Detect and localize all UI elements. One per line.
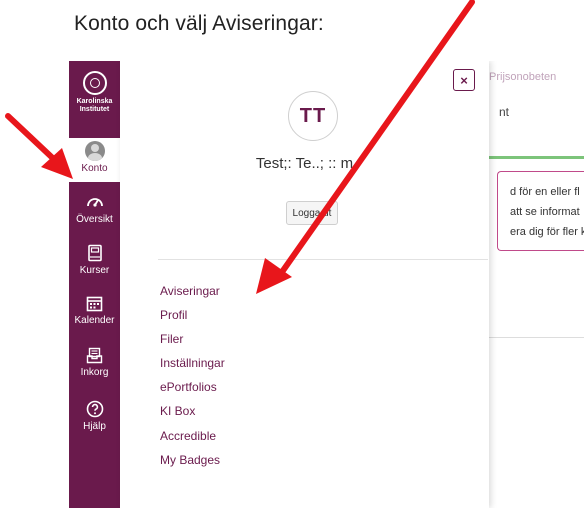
logo-text: Karolinska Institutet (77, 98, 113, 114)
link-eportfolios[interactable]: ePortfolios (160, 377, 225, 401)
global-navigation: Karolinska Institutet Konto Översikt Kur… (69, 61, 120, 508)
calendar-icon (85, 293, 105, 313)
nav-item-dashboard[interactable]: Översikt (69, 189, 120, 233)
divider (158, 259, 488, 260)
user-name: Test;: Te..; :: m (255, 155, 354, 172)
background-page: Prijsonobeten nt d för en eller fl att s… (489, 61, 584, 508)
notice-line: att se informat (510, 206, 580, 218)
notice-line: d för en eller fl (510, 186, 580, 198)
instruction-text: Konto och välj Aviseringar: (74, 12, 324, 35)
nav-item-courses[interactable]: Kurser (69, 240, 120, 284)
link-my-badges[interactable]: My Badges (160, 450, 225, 474)
notice-box: d för en eller fl att se informat era di… (497, 171, 584, 251)
nav-label: Konto (81, 163, 108, 174)
inbox-icon (85, 345, 105, 365)
background-page-header: Prijsonobeten (489, 71, 557, 83)
logout-button[interactable]: Logga ut (286, 201, 338, 225)
ki-seal-icon (82, 71, 107, 95)
notice-line: era dig för fler k (510, 226, 584, 238)
help-icon (85, 399, 105, 419)
background-text-fragment: nt (499, 105, 510, 119)
arrow-to-konto (5, 113, 73, 179)
user-avatar: TT (288, 91, 338, 141)
divider (489, 337, 584, 338)
link-aviseringar[interactable]: Aviseringar (160, 281, 225, 305)
link-installningar[interactable]: Inställningar (160, 353, 225, 377)
nav-label: Inkorg (80, 367, 109, 378)
link-filer[interactable]: Filer (160, 329, 225, 353)
nav-item-account[interactable]: Konto (69, 138, 120, 182)
account-tray: × TT Test;: Te..; :: m Logga ut Aviserin… (120, 61, 489, 508)
dashboard-icon (85, 192, 105, 212)
link-profil[interactable]: Profil (160, 305, 225, 329)
nav-item-help[interactable]: Hjälp (69, 396, 120, 440)
progress-bar (489, 156, 584, 159)
nav-label: Kurser (79, 265, 110, 276)
ki-logo[interactable]: Karolinska Institutet (69, 61, 120, 131)
link-accredible[interactable]: Accredible (160, 426, 225, 450)
canvas-screenshot: Prijsonobeten nt d för en eller fl att s… (69, 61, 584, 508)
close-tray-button[interactable]: × (453, 69, 475, 91)
nav-label: Kalender (74, 315, 115, 326)
user-avatar-icon (84, 141, 105, 161)
logo-line-1: Karolinska (76, 98, 113, 105)
nav-label: Översikt (76, 214, 113, 225)
link-ki-box[interactable]: KI Box (160, 401, 225, 425)
nav-label: Hjälp (83, 421, 106, 432)
account-links: Aviseringar Profil Filer Inställningar e… (160, 281, 225, 474)
logo-line-2: Institutet (79, 106, 110, 113)
nav-item-calendar[interactable]: Kalender (69, 290, 120, 334)
nav-item-inbox[interactable]: Inkorg (69, 342, 120, 386)
book-icon (85, 243, 105, 263)
